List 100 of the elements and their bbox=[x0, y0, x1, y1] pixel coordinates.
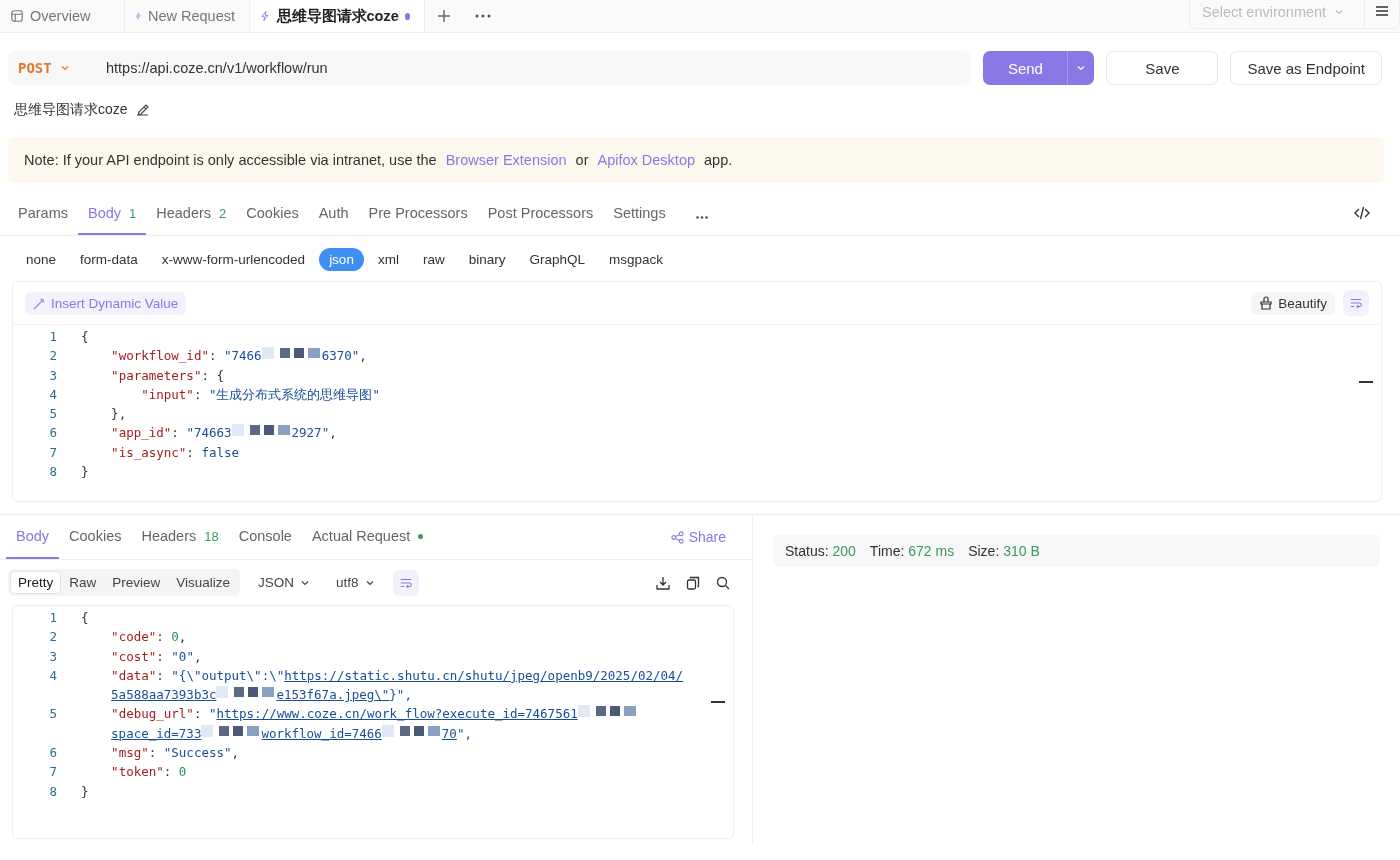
status-value: 310 B bbox=[1003, 543, 1040, 559]
view-mode-option[interactable]: Visualize bbox=[168, 571, 239, 594]
json-punctuation: : bbox=[193, 385, 203, 404]
more-icon[interactable] bbox=[695, 216, 708, 219]
json-link[interactable]: 5a588aa7393b3c bbox=[111, 685, 217, 705]
share-button[interactable]: Share bbox=[664, 528, 746, 546]
request-section-tab[interactable]: Params bbox=[8, 193, 78, 235]
response-tab[interactable]: Actual Request bbox=[301, 515, 434, 559]
tab-label: Pre Processors bbox=[368, 205, 468, 221]
request-section-tab[interactable]: Cookies bbox=[236, 193, 309, 235]
redaction-mosaic bbox=[381, 723, 442, 738]
line-number: 4 bbox=[48, 666, 58, 685]
request-section-tab[interactable]: Settings bbox=[603, 193, 676, 235]
status-label: Size: bbox=[968, 543, 1001, 559]
view-mode-option[interactable]: Preview bbox=[104, 571, 169, 594]
view-mode-option[interactable]: Pretty bbox=[10, 571, 62, 594]
chevron-down-icon bbox=[1076, 63, 1087, 73]
lightning-icon bbox=[260, 9, 271, 23]
line-number: 8 bbox=[48, 782, 58, 801]
body-type-option[interactable]: msgpack bbox=[598, 248, 673, 271]
status-value: 200 bbox=[832, 543, 856, 559]
request-tab[interactable]: 思维导图请求coze bbox=[250, 0, 425, 32]
json-link[interactable]: workflow_id=7466 bbox=[261, 723, 382, 744]
json-link[interactable]: e153f67a.jpeg\" bbox=[276, 685, 390, 705]
json-link[interactable]: space_id=733 bbox=[111, 723, 202, 744]
request-section-tab[interactable]: Auth bbox=[308, 193, 359, 235]
redaction-mosaic bbox=[231, 423, 292, 438]
download-icon[interactable] bbox=[656, 575, 670, 590]
json-string: 6370" bbox=[321, 347, 360, 366]
code-icon[interactable] bbox=[1354, 205, 1370, 220]
tab-label: Auth bbox=[318, 205, 349, 221]
desktop-link[interactable]: Apifox Desktop bbox=[594, 152, 698, 168]
tab-label: New Request bbox=[147, 8, 235, 24]
json-punctuation: , bbox=[329, 424, 337, 443]
search-icon[interactable] bbox=[716, 575, 730, 590]
request-section-tab[interactable]: Headers 2 bbox=[146, 193, 237, 235]
magic-wand-icon bbox=[33, 296, 46, 310]
json-number: 0 bbox=[171, 628, 179, 647]
view-mode-option[interactable]: Raw bbox=[61, 571, 105, 594]
body-type-option[interactable]: raw bbox=[412, 248, 455, 271]
copy-icon[interactable] bbox=[686, 575, 700, 590]
line-number: 3 bbox=[48, 647, 58, 666]
json-punctuation: { bbox=[81, 609, 89, 627]
json-punctuation: : bbox=[171, 424, 180, 443]
format-select[interactable]: JSON bbox=[250, 575, 319, 590]
tab-label: Body bbox=[16, 528, 50, 544]
wrap-lines-button[interactable] bbox=[1343, 290, 1369, 316]
chevron-down-icon bbox=[59, 63, 70, 73]
body-type-option[interactable]: GraphQL bbox=[519, 248, 595, 271]
save-endpoint-button[interactable]: Save as Endpoint bbox=[1230, 51, 1382, 85]
json-string: }", bbox=[389, 686, 412, 705]
request-section-tab[interactable]: Pre Processors bbox=[358, 193, 478, 235]
body-type-option[interactable]: x-www-form-urlencoded bbox=[151, 248, 316, 271]
beautify-button[interactable]: Beautify bbox=[1251, 291, 1335, 315]
line-number: 2 bbox=[48, 347, 58, 366]
json-punctuation: : bbox=[163, 763, 173, 782]
wrap-icon bbox=[1349, 296, 1363, 310]
request-tab[interactable]: Overview bbox=[0, 0, 125, 32]
wrap-lines-button[interactable] bbox=[392, 569, 419, 596]
response-tab[interactable]: Body bbox=[6, 515, 60, 559]
json-punctuation: : bbox=[156, 628, 165, 647]
edit-icon[interactable] bbox=[135, 103, 150, 117]
plus-icon[interactable] bbox=[437, 9, 451, 23]
save-button[interactable]: Save bbox=[1106, 51, 1219, 85]
url-field[interactable]: POST https://api.coze.cn/v1/workflow/run bbox=[8, 51, 972, 85]
json-key: "msg" bbox=[81, 743, 149, 763]
encoding-select[interactable]: utf8 bbox=[328, 575, 383, 590]
layout-icon bbox=[10, 9, 24, 23]
json-punctuation: , bbox=[359, 347, 367, 366]
request-body-editor[interactable]: Insert Dynamic Value Beautify 1 { 2 "workflow_id": "7466 6370", 3 "parameters": { 4 "input": "生成分布式系统的思维导图" 5 }, 6 "app_id": "74663 2927", 7 "is_async": false 8 } bbox=[12, 281, 1382, 502]
response-tab[interactable]: Cookies bbox=[59, 515, 132, 559]
status-label: Time: bbox=[869, 543, 906, 559]
menu-icon[interactable] bbox=[1375, 5, 1389, 17]
brush-icon bbox=[1259, 296, 1274, 310]
body-type-option[interactable]: none bbox=[16, 248, 67, 271]
json-key: "debug_url" bbox=[81, 704, 194, 724]
note-text: Note: If your API endpoint is only accessible via intranet, use the bbox=[24, 152, 437, 168]
body-type-option[interactable]: binary bbox=[458, 248, 516, 271]
json-key: "data" bbox=[81, 665, 157, 686]
request-section-tab[interactable]: Body 1 bbox=[77, 193, 147, 235]
chevron-down-icon bbox=[1334, 7, 1345, 17]
body-type-option[interactable]: form-data bbox=[70, 248, 148, 271]
line-number: 1 bbox=[48, 609, 58, 627]
json-link[interactable]: https://static.shutu.cn/shutu/jpeg/openb9/2025/02/04/ bbox=[284, 665, 684, 686]
json-key: "input" bbox=[81, 384, 194, 405]
response-tab[interactable]: Headers 18 bbox=[131, 515, 229, 559]
json-link[interactable]: https://www.coze.cn/work_flow?execute_id=7467561 bbox=[216, 704, 578, 724]
tab-label: Params bbox=[18, 205, 68, 221]
body-type-option[interactable]: xml bbox=[367, 248, 409, 271]
tab-label: Console bbox=[238, 528, 292, 544]
request-section-tab[interactable]: Post Processors bbox=[477, 193, 604, 235]
tab-label: Headers bbox=[156, 205, 212, 221]
line-number: 3 bbox=[48, 366, 58, 385]
more-icon[interactable] bbox=[475, 14, 491, 18]
json-link[interactable]: 70 bbox=[441, 723, 457, 744]
json-punctuation: } bbox=[81, 782, 89, 801]
json-punctuation: : bbox=[156, 666, 165, 685]
response-tab[interactable]: Console bbox=[228, 515, 302, 559]
json-punctuation: : { bbox=[201, 366, 224, 385]
json-key: "workflow_id" bbox=[81, 346, 209, 366]
